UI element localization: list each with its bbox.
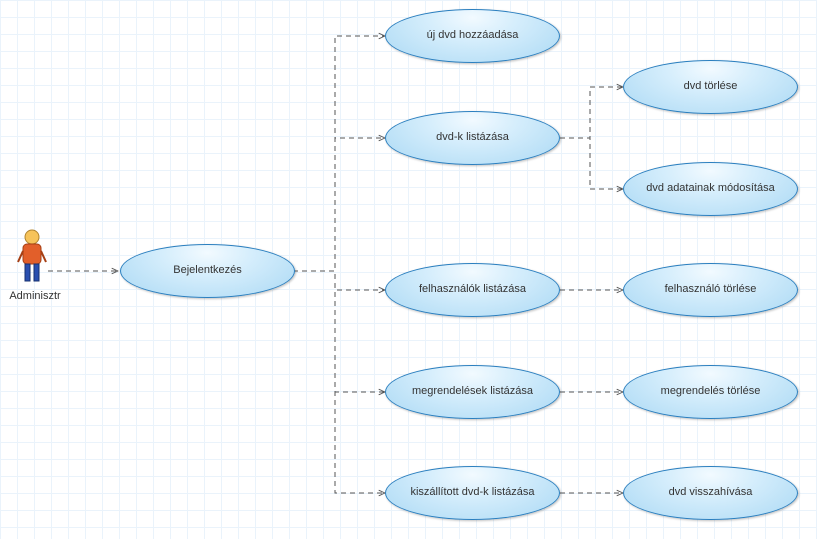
usecase-list-delivered-label: kiszállított dvd-k listázása xyxy=(410,486,534,499)
usecase-delete-user-label: felhasználó törlése xyxy=(665,283,757,296)
usecase-recall-dvd[interactable]: dvd visszahívása xyxy=(623,466,798,520)
usecase-login[interactable]: Bejelentkezés xyxy=(120,244,295,298)
edge-login-listdelivered xyxy=(293,271,385,493)
usecase-delete-order[interactable]: megrendelés törlése xyxy=(623,365,798,419)
usecase-delete-dvd[interactable]: dvd törlése xyxy=(623,60,798,114)
usecase-delete-order-label: megrendelés törlése xyxy=(661,385,761,398)
usecase-list-dvds[interactable]: dvd-k listázása xyxy=(385,111,560,165)
actor-label: Adminisztr xyxy=(0,290,70,302)
usecase-list-orders[interactable]: megrendelések listázása xyxy=(385,365,560,419)
edge-listdvds-deletedvd xyxy=(560,87,623,138)
edge-login-listusers xyxy=(293,271,385,290)
usecase-add-dvd-label: új dvd hozzáadása xyxy=(427,29,519,42)
usecase-list-users-label: felhasználók listázása xyxy=(419,283,526,296)
edge-login-adddvd xyxy=(293,36,385,271)
edge-listdvds-editdvd xyxy=(560,138,623,189)
usecase-delete-user[interactable]: felhasználó törlése xyxy=(623,263,798,317)
usecase-edit-dvd-label: dvd adatainak módosítása xyxy=(646,182,774,195)
diagram-canvas: Adminisztr Bejelentkezés új dvd hozzáadá… xyxy=(0,0,817,539)
usecase-list-orders-label: megrendelések listázása xyxy=(412,385,533,398)
usecase-list-delivered[interactable]: kiszállított dvd-k listázása xyxy=(385,466,560,520)
usecase-login-label: Bejelentkezés xyxy=(173,264,242,277)
usecase-add-dvd[interactable]: új dvd hozzáadása xyxy=(385,9,560,63)
actor-icon xyxy=(17,229,47,285)
usecase-list-users[interactable]: felhasználók listázása xyxy=(385,263,560,317)
edge-login-listorders xyxy=(293,271,385,392)
usecase-edit-dvd[interactable]: dvd adatainak módosítása xyxy=(623,162,798,216)
edge-login-listdvds xyxy=(293,138,385,271)
usecase-recall-dvd-label: dvd visszahívása xyxy=(669,486,753,499)
usecase-list-dvds-label: dvd-k listázása xyxy=(436,131,509,144)
usecase-delete-dvd-label: dvd törlése xyxy=(684,80,738,93)
actor-label-text: Adminisztr xyxy=(9,290,60,302)
